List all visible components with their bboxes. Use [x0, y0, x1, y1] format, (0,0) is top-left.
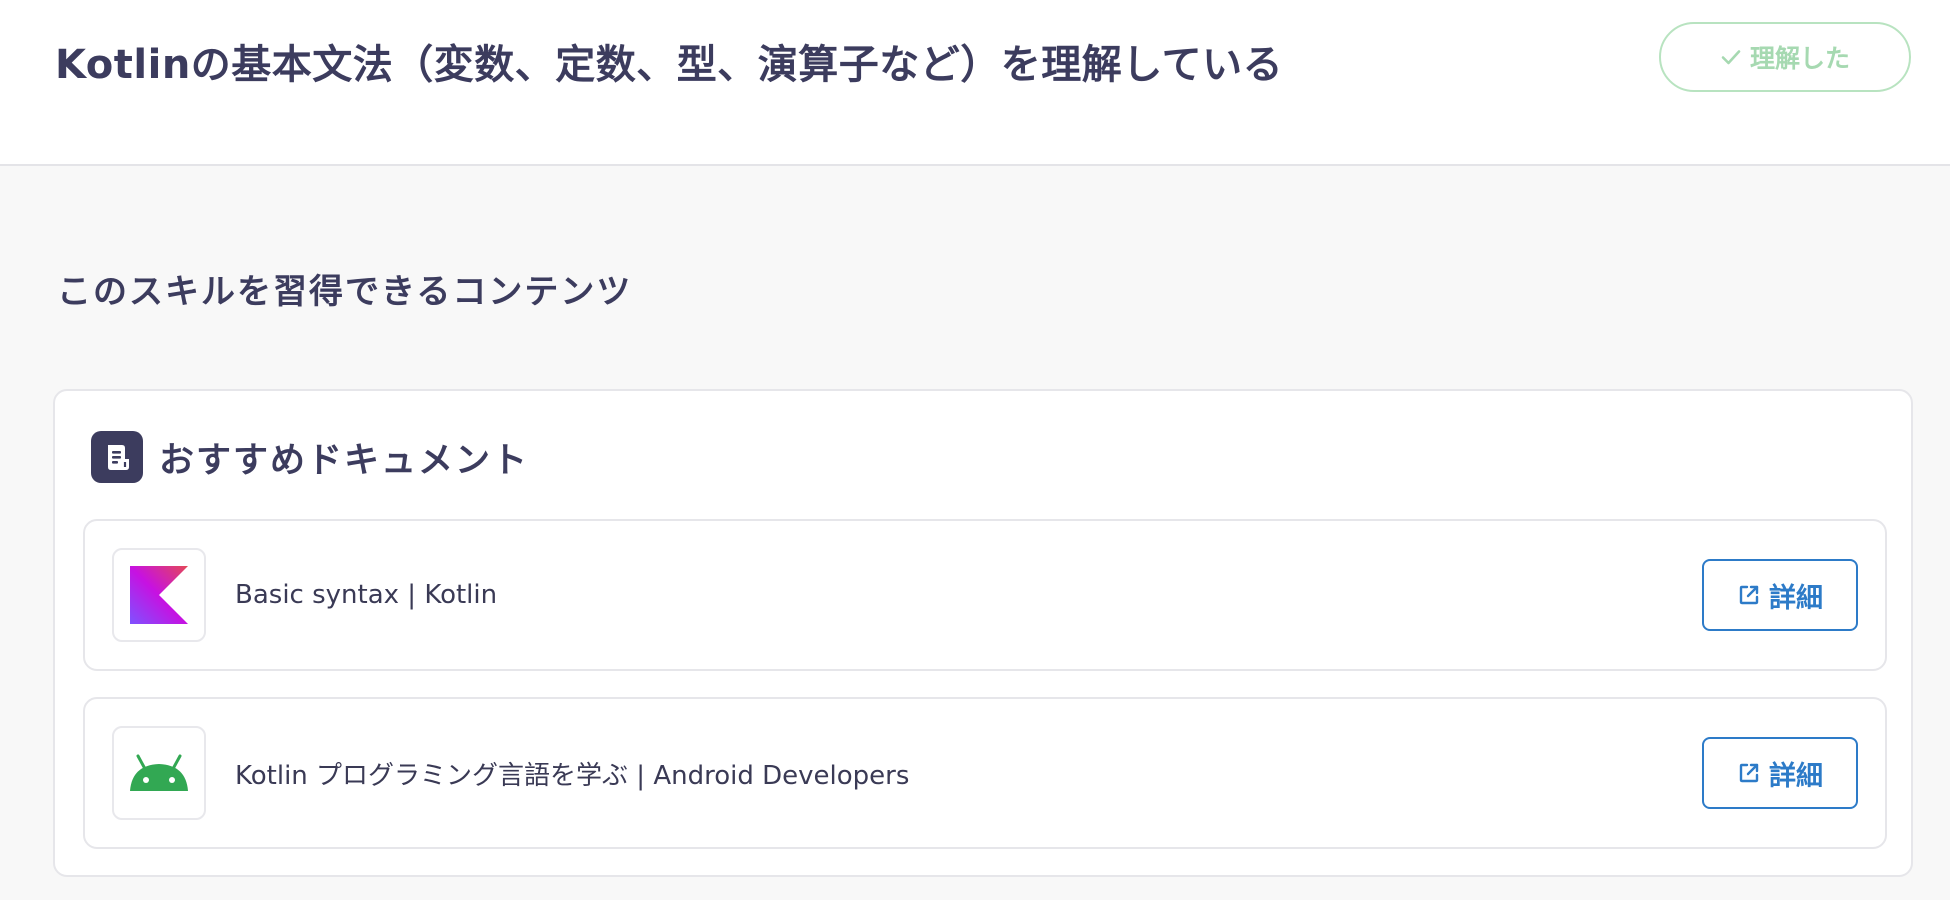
detail-button[interactable]: 詳細	[1702, 559, 1858, 631]
page-header: Kotlinの基本文法（変数、定数、型、演算子など）を理解している 理解した	[0, 0, 1950, 166]
check-icon	[1720, 46, 1742, 68]
document-icon	[91, 431, 143, 483]
document-title[interactable]: Kotlin プログラミング言語を学ぶ | Android Developers	[235, 699, 909, 847]
detail-button-label: 詳細	[1769, 760, 1823, 792]
external-link-icon	[1737, 583, 1761, 607]
section-title: このスキルを習得できるコンテンツ	[57, 272, 633, 312]
document-item: Kotlin プログラミング言語を学ぶ | Android Developers…	[83, 697, 1887, 849]
card-title: おすすめドキュメント	[159, 440, 530, 481]
card-header: おすすめドキュメント	[91, 431, 529, 483]
recommended-documents-card: おすすめドキュメント Basic syntax | Kotlin 詳細 Kotl…	[53, 389, 1913, 877]
detail-button-label: 詳細	[1769, 582, 1823, 614]
page-title: Kotlinの基本文法（変数、定数、型、演算子など）を理解している	[55, 42, 1284, 88]
understood-button-label: 理解した	[1749, 44, 1850, 73]
android-logo-icon	[112, 726, 206, 820]
detail-button[interactable]: 詳細	[1702, 737, 1858, 809]
document-title[interactable]: Basic syntax | Kotlin	[235, 521, 497, 669]
document-item: Basic syntax | Kotlin 詳細	[83, 519, 1887, 671]
kotlin-logo-icon	[112, 548, 206, 642]
understood-button[interactable]: 理解した	[1659, 22, 1911, 92]
external-link-icon	[1737, 761, 1761, 785]
